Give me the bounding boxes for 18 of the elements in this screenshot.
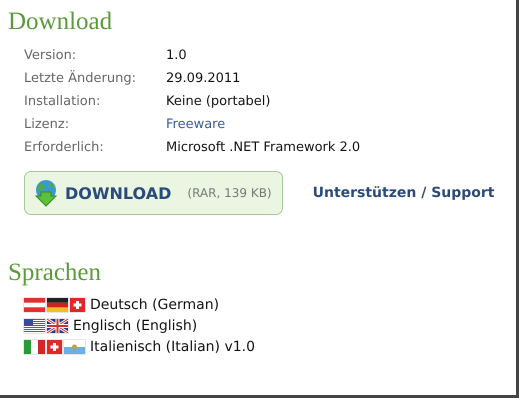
- field-value: Microsoft .NET Framework 2.0: [166, 140, 362, 155]
- language-name: Englisch (English): [73, 318, 198, 334]
- language-name: Deutsch (German): [90, 297, 220, 313]
- field-value: Keine (portabel): [166, 94, 272, 109]
- section-heading: Sprachen: [8, 259, 102, 287]
- field-value: 29.09.2011: [166, 71, 242, 86]
- field-value: 1.0: [166, 48, 188, 63]
- field-label: Erforderlich:: [24, 140, 105, 155]
- field-label: Letzte Änderung:: [24, 71, 137, 86]
- license-link[interactable]: Freeware: [166, 117, 516, 132]
- field-label: Installation:: [24, 94, 102, 109]
- field-label: Version:: [24, 48, 78, 63]
- section-heading: Download: [8, 8, 114, 36]
- field-label: Lizenz:: [24, 117, 70, 132]
- globe-download-icon: [33, 179, 59, 207]
- language-name: Italienisch (Italian) v1.0: [90, 339, 256, 355]
- support-link[interactable]: Unterstützen / Support: [312, 185, 494, 201]
- download-button[interactable]: DOWNLOAD (RAR, 139 KB): [24, 171, 283, 215]
